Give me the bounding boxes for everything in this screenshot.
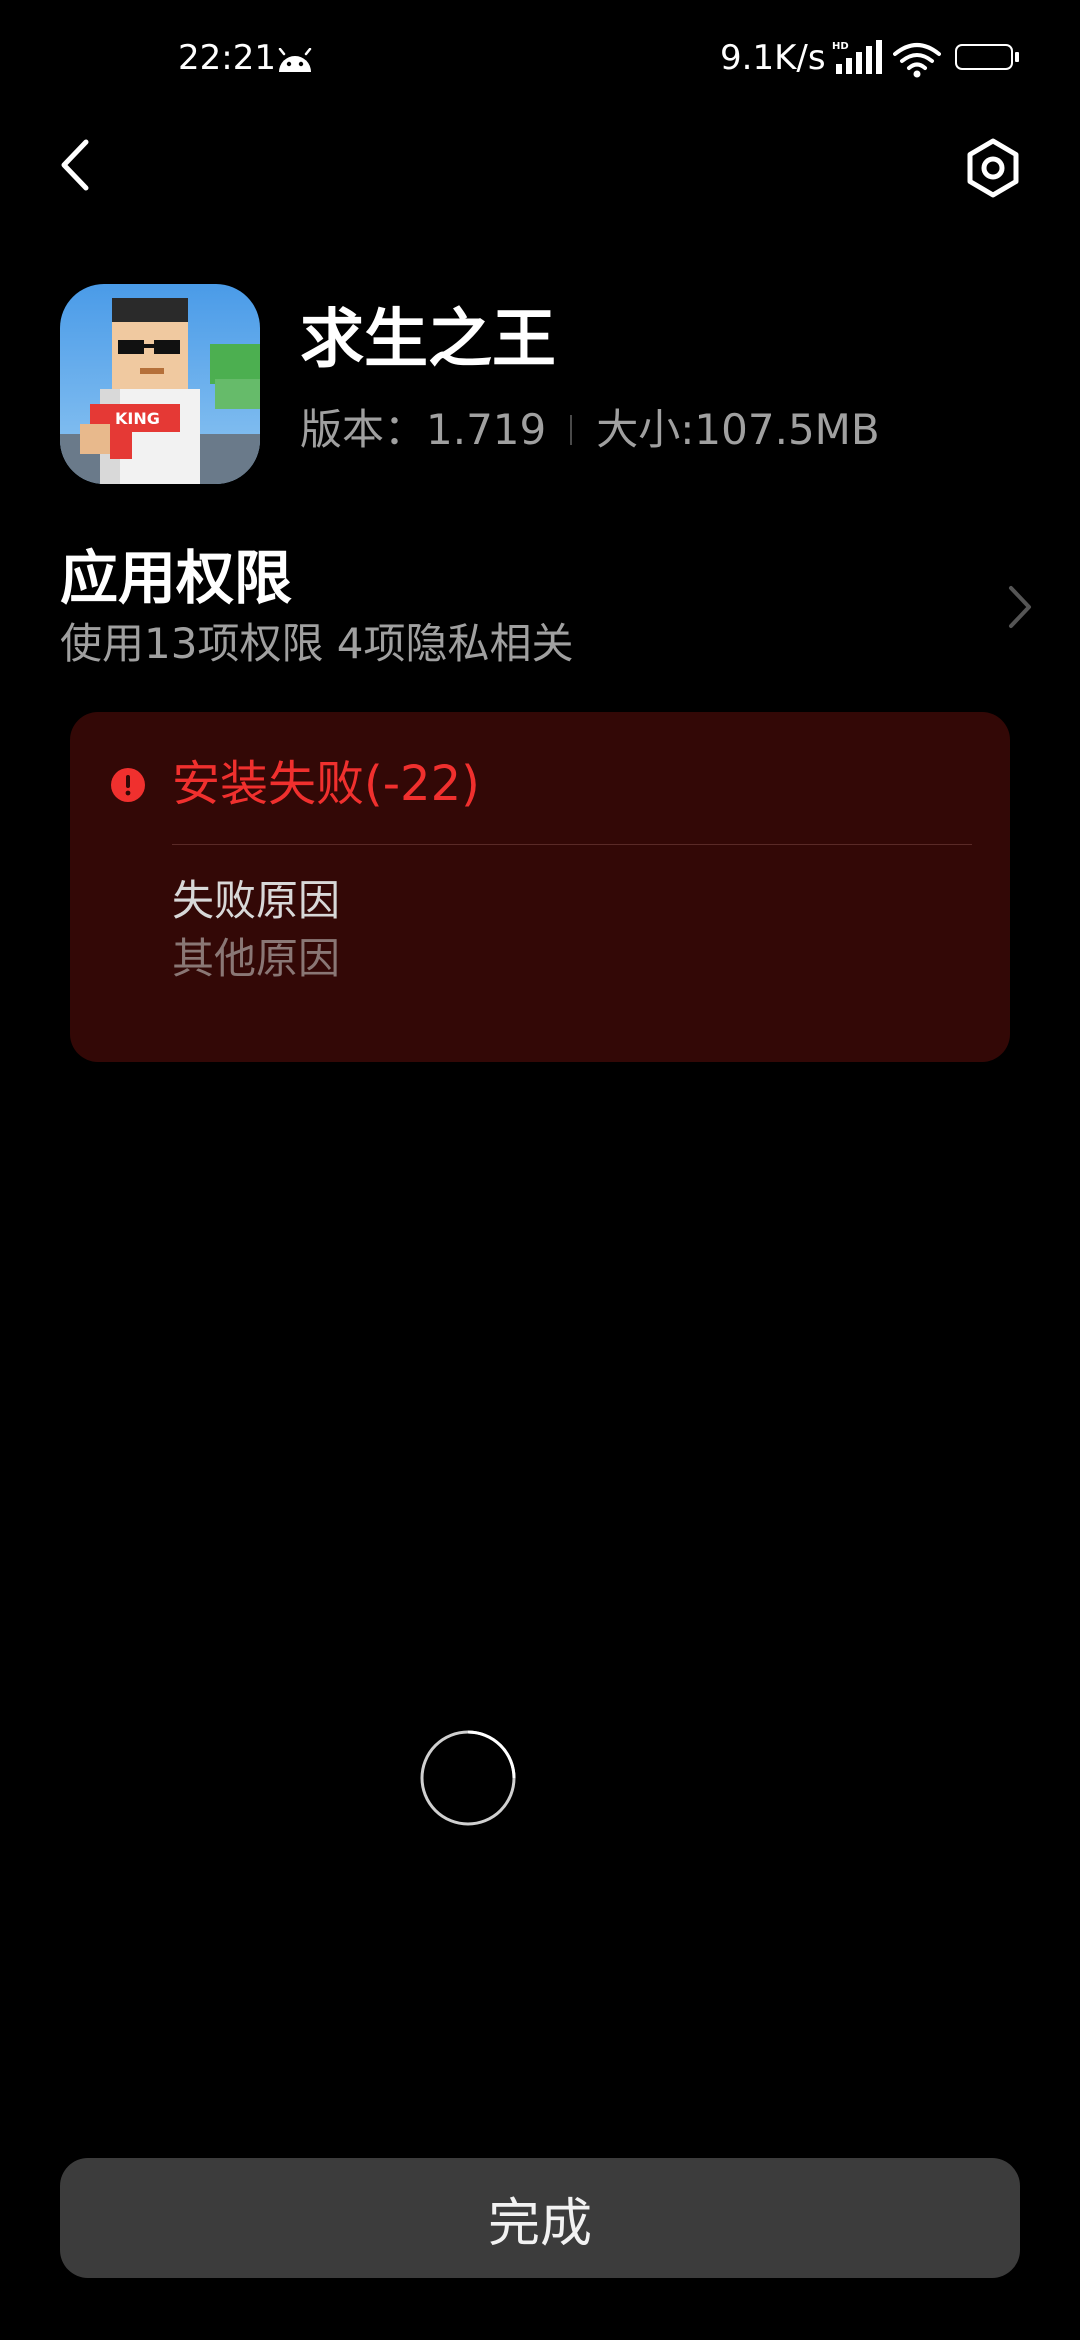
size-value: 107.5MB bbox=[694, 405, 880, 454]
version-value: 1.719 bbox=[426, 405, 547, 454]
network-badge: HD bbox=[832, 41, 849, 52]
back-button[interactable] bbox=[40, 130, 110, 200]
error-icon bbox=[111, 768, 145, 802]
done-button[interactable]: 完成 bbox=[60, 2158, 1020, 2278]
net-speed: 9.1K/s bbox=[720, 38, 826, 78]
version-label: 版本： bbox=[300, 405, 427, 454]
failure-reason-value: 其他原因 bbox=[172, 934, 341, 983]
settings-icon bbox=[967, 138, 1019, 198]
app-name: 求生之王 bbox=[300, 303, 556, 377]
error-divider bbox=[172, 844, 972, 845]
app-meta: 版本： 1.719 大小: 107.5MB bbox=[300, 402, 880, 458]
signal-icon: HD bbox=[832, 40, 882, 74]
status-bar: 22:21 9.1K/s HD 77 bbox=[0, 30, 1080, 88]
wifi-icon bbox=[893, 43, 941, 78]
android-icon bbox=[278, 48, 312, 72]
settings-button[interactable] bbox=[955, 130, 1031, 206]
chevron-left-icon bbox=[61, 139, 89, 191]
status-time: 22:21 bbox=[178, 38, 276, 78]
battery-level: 77 bbox=[971, 46, 997, 67]
loading-spinner bbox=[420, 1730, 516, 1826]
meta-divider bbox=[570, 415, 573, 445]
permissions-summary: 使用13项权限 4项隐私相关 bbox=[60, 619, 574, 668]
size-label: 大小: bbox=[596, 405, 695, 454]
battery-icon: 77 bbox=[955, 44, 1021, 74]
permissions-title: 应用权限 bbox=[60, 544, 293, 612]
chevron-right-icon bbox=[1009, 586, 1031, 628]
error-card: 安装失败(-22) 失败原因 其他原因 bbox=[70, 712, 1010, 1062]
error-title: 安装失败(-22) bbox=[172, 756, 480, 812]
permissions-row[interactable]: 应用权限 使用13项权限 4项隐私相关 bbox=[60, 540, 1035, 680]
app-icon-badge: KING bbox=[115, 409, 160, 428]
failure-reason-label: 失败原因 bbox=[172, 876, 341, 925]
app-icon: KING bbox=[60, 284, 260, 484]
